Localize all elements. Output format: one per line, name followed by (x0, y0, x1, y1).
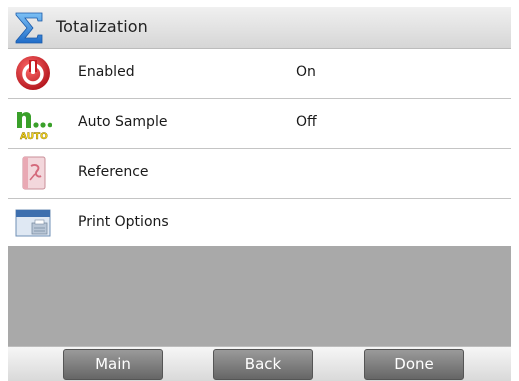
done-button[interactable]: Done (364, 349, 464, 380)
enabled-label: Enabled (78, 64, 135, 80)
back-button[interactable]: Back (213, 349, 313, 380)
menu-item-auto-sample[interactable]: AUTO Auto Sample Off (8, 99, 511, 149)
menu-item-print-options[interactable]: Print Options (8, 199, 511, 249)
reference-book-icon (22, 156, 46, 190)
main-button[interactable]: Main (63, 349, 163, 380)
auto-sample-value: Off (296, 114, 317, 130)
auto-sample-icon: AUTO (17, 112, 52, 142)
enabled-value: On (296, 64, 316, 80)
settings-menu: Enabled On AUTO Auto Sample Off Referenc… (8, 49, 511, 249)
auto-sample-label: Auto Sample (78, 114, 168, 130)
softkey-bar: Main Back Done (8, 346, 511, 381)
title-bar: Totalization (8, 7, 511, 49)
sigma-icon (15, 12, 43, 44)
empty-area (8, 246, 511, 346)
menu-item-enabled[interactable]: Enabled On (8, 49, 511, 99)
page-title: Totalization (56, 17, 148, 36)
auto-badge-text: AUTO (20, 132, 48, 142)
print-options-label: Print Options (78, 214, 169, 230)
menu-item-reference[interactable]: Reference (8, 149, 511, 199)
printer-icon (15, 209, 51, 237)
power-icon (16, 56, 50, 90)
reference-label: Reference (78, 164, 149, 180)
screen: Totalization Enabled On AUTO Auto Sample… (8, 7, 511, 381)
